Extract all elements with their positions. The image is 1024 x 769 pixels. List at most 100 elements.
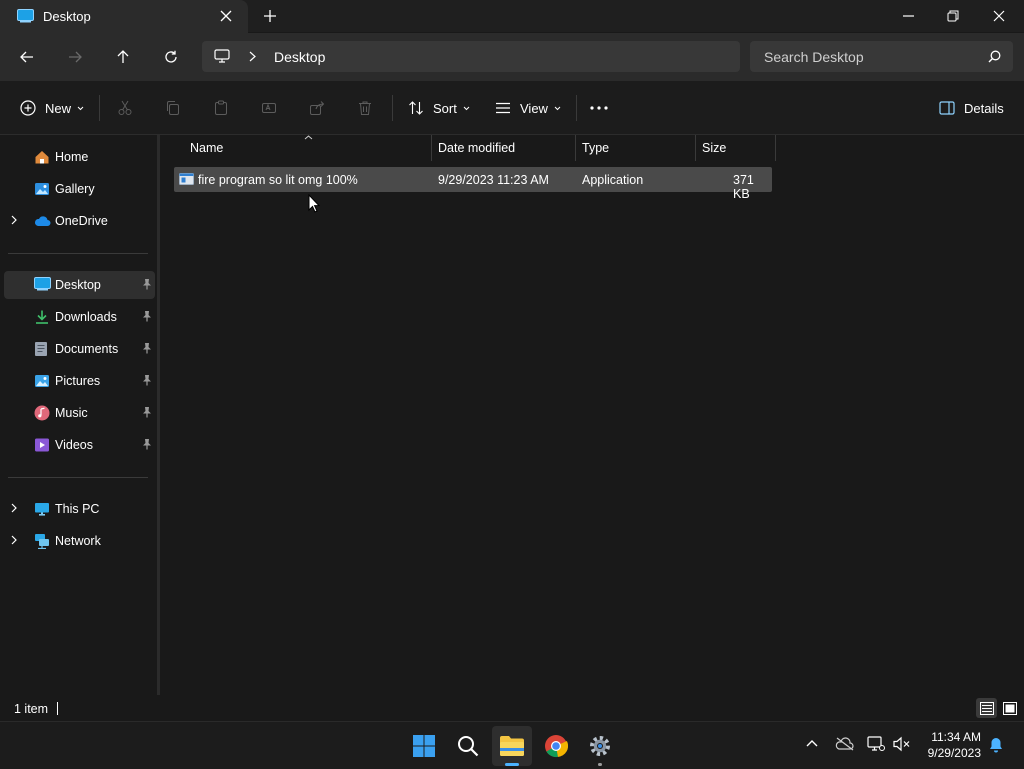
forward-button[interactable] [61, 43, 89, 71]
network-icon [34, 533, 50, 549]
restore-button[interactable] [930, 0, 976, 32]
scissors-icon [118, 100, 132, 115]
more-options-button[interactable] [590, 95, 608, 121]
pin-icon[interactable] [142, 342, 152, 354]
paste-button[interactable] [213, 95, 229, 121]
sidebar-item-downloads[interactable]: Downloads [4, 303, 155, 331]
pane-splitter[interactable] [157, 135, 160, 695]
sidebar-item-gallery[interactable]: Gallery [4, 175, 155, 203]
delete-button[interactable] [357, 95, 373, 121]
download-icon [34, 309, 50, 325]
search-input[interactable]: Search Desktop [764, 49, 864, 65]
file-type: Application [582, 173, 644, 187]
cloud-icon [34, 213, 51, 229]
monitor-icon [214, 49, 230, 63]
up-button[interactable] [109, 43, 137, 71]
pin-icon[interactable] [142, 374, 152, 386]
minimize-button[interactable] [885, 0, 931, 32]
chrome-taskbar-button[interactable] [536, 726, 576, 766]
back-button[interactable] [13, 43, 41, 71]
details-label: Details [964, 100, 1004, 116]
file-size: 371 KB [733, 173, 754, 201]
details-pane-icon [939, 101, 955, 115]
arrow-right-icon [69, 51, 82, 63]
pin-icon[interactable] [142, 278, 152, 290]
column-divider[interactable] [695, 135, 696, 161]
chevron-right-icon[interactable] [11, 503, 17, 513]
more-icon [590, 106, 608, 110]
sidebar-item-videos[interactable]: Videos [4, 431, 155, 459]
view-button[interactable]: View [495, 95, 561, 121]
sidebar-item-onedrive[interactable]: OneDrive [4, 207, 155, 235]
share-icon [310, 101, 325, 115]
sidebar-item-network[interactable]: Network [4, 527, 155, 555]
search-icon [458, 736, 479, 757]
details-pane-button[interactable]: Details [939, 95, 1004, 121]
pin-icon[interactable] [142, 310, 152, 322]
clock-time[interactable]: 11:34 AM [924, 730, 981, 744]
column-divider[interactable] [775, 135, 776, 161]
tab-title: Desktop [43, 9, 91, 24]
home-icon [34, 149, 50, 165]
share-button[interactable] [309, 95, 325, 121]
address-bar[interactable]: Desktop [202, 41, 740, 72]
sidebar-item-home[interactable]: Home [4, 143, 155, 171]
new-label: New [45, 100, 72, 116]
tiles-view-icon [1003, 701, 1017, 715]
search-box[interactable]: Search Desktop [750, 41, 1013, 72]
plus-icon[interactable] [263, 9, 277, 23]
close-button[interactable] [976, 0, 1022, 32]
video-icon [34, 437, 50, 453]
column-header-type[interactable]: Type [582, 135, 694, 161]
clock-date[interactable]: 9/29/2023 [924, 746, 981, 760]
plus-circle-icon [20, 100, 36, 116]
sidebar-item-music[interactable]: Music [4, 399, 155, 427]
pin-icon[interactable] [142, 438, 152, 450]
divider [392, 95, 393, 121]
column-divider[interactable] [431, 135, 432, 161]
settings-taskbar-button[interactable] [580, 726, 620, 766]
copy-button[interactable] [165, 95, 181, 121]
rename-button[interactable] [261, 95, 277, 121]
sidebar-item-desktop[interactable]: Desktop [4, 271, 155, 299]
cut-button[interactable] [117, 95, 133, 121]
sidebar-item-this-pc[interactable]: This PC [4, 495, 155, 523]
sort-button[interactable]: Sort [408, 95, 470, 121]
notification-bell-icon[interactable] [989, 737, 1003, 753]
file-date-modified: 9/29/2023 11:23 AM [438, 173, 549, 187]
search-icon[interactable] [988, 50, 1001, 63]
sidebar-item-documents[interactable]: Documents [4, 335, 155, 363]
rename-icon [262, 103, 276, 113]
onedrive-offline-icon[interactable] [835, 737, 855, 751]
table-row[interactable]: fire program so lit omg 100% 9/29/2023 1… [174, 167, 772, 201]
column-header-size[interactable]: Size [702, 135, 774, 161]
divider [57, 702, 58, 715]
chevron-right-icon[interactable] [11, 215, 17, 225]
refresh-icon [165, 50, 177, 63]
sidebar-item-pictures[interactable]: Pictures [4, 367, 155, 395]
start-button[interactable] [404, 726, 444, 766]
chevron-up-icon[interactable] [806, 739, 818, 747]
close-tab-icon[interactable] [220, 10, 232, 22]
refresh-button[interactable] [157, 43, 185, 71]
chevron-down-icon [554, 106, 561, 110]
file-explorer-taskbar-button[interactable] [492, 726, 532, 766]
column-header-name[interactable]: Name [190, 135, 430, 161]
desktop-icon [17, 9, 34, 23]
large-icons-view-button[interactable] [1000, 698, 1020, 718]
divider [576, 95, 577, 121]
chevron-right-icon[interactable] [11, 535, 17, 545]
column-header-date[interactable]: Date modified [438, 135, 574, 161]
column-divider[interactable] [575, 135, 576, 161]
search-button[interactable] [448, 726, 488, 766]
details-view-button[interactable] [976, 698, 997, 718]
volume-muted-icon[interactable] [893, 736, 911, 752]
new-button[interactable]: New [20, 95, 84, 121]
network-status-icon[interactable] [867, 736, 885, 752]
chevron-right-icon[interactable] [249, 51, 256, 62]
divider [8, 477, 148, 478]
breadcrumb-desktop[interactable]: Desktop [274, 49, 325, 65]
tab-desktop[interactable]: Desktop [0, 0, 248, 33]
pin-icon[interactable] [142, 406, 152, 418]
view-list-icon [496, 102, 510, 114]
